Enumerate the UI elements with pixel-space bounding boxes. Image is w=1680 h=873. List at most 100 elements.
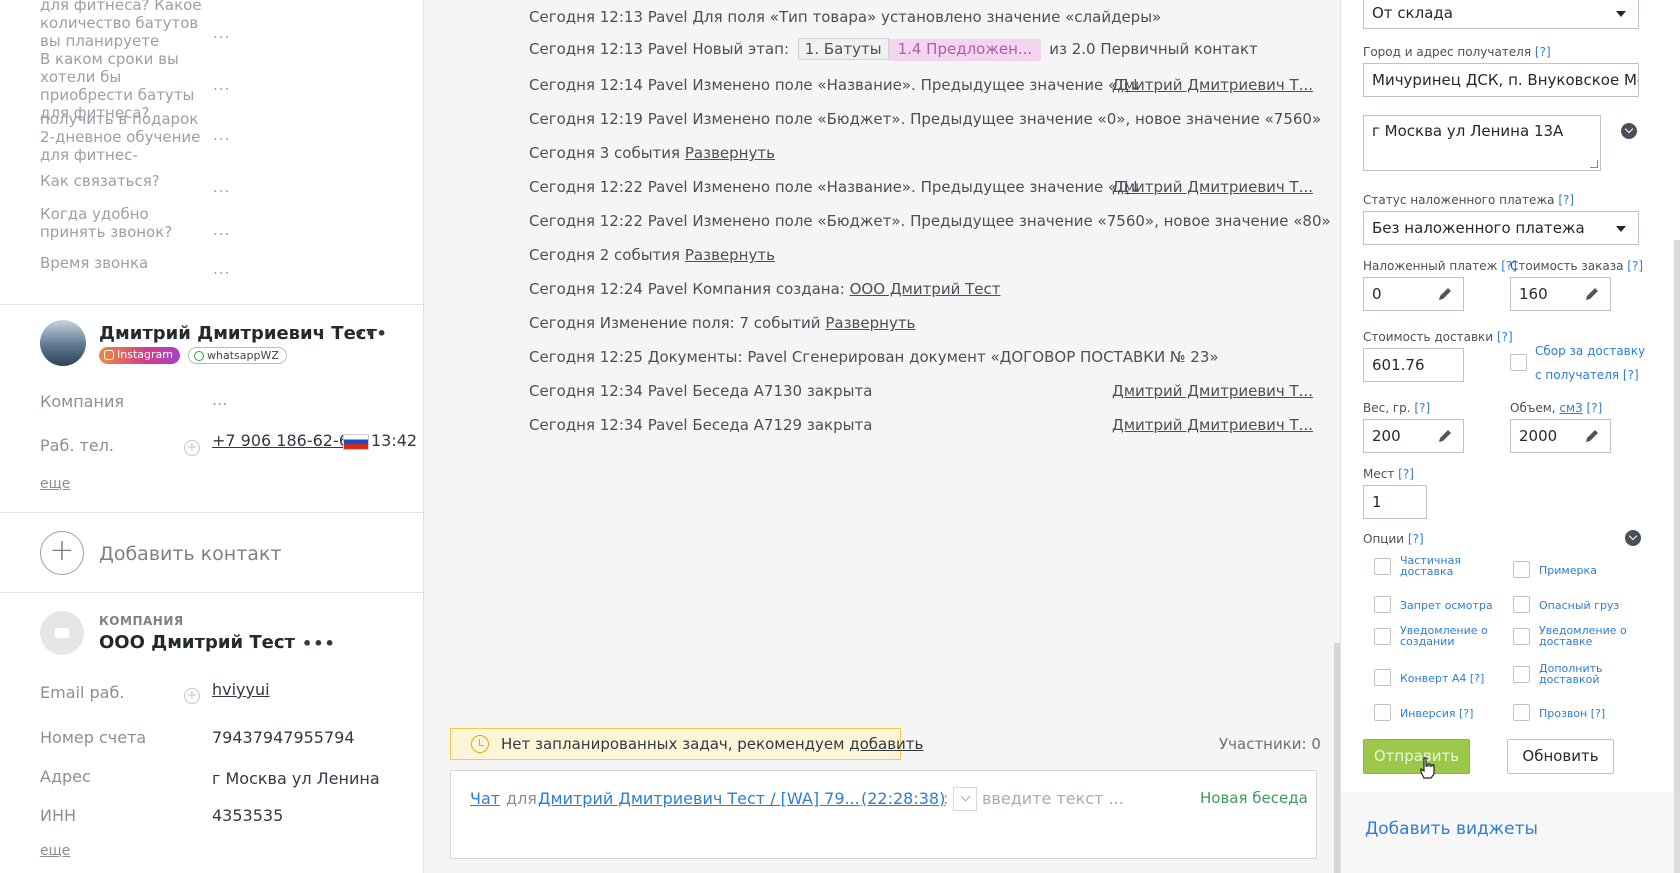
chat-time-link[interactable]: (22:28:38) <box>861 789 945 808</box>
resize-grip-icon[interactable] <box>1590 160 1598 168</box>
feed-event: Сегодня 12:22 Pavel Изменено поле «Назва… <box>529 178 1142 196</box>
expand-link[interactable]: Развернуть <box>825 314 915 332</box>
option-checkbox[interactable] <box>1374 558 1391 575</box>
pencil-icon[interactable] <box>1584 286 1600 302</box>
company-more-link[interactable]: еще <box>40 843 70 859</box>
option-checkbox[interactable] <box>1513 704 1530 721</box>
right-scrollbar[interactable] <box>1674 240 1680 873</box>
chat-composer[interactable]: Чат для Дмитрий Дмитриевич Тест / [WA] 7… <box>450 770 1317 859</box>
volume-input[interactable]: 2000 <box>1510 419 1611 453</box>
feed-author-link[interactable]: Дмитрий Дмитриевич Т... <box>1112 382 1313 400</box>
option-label: Опасный груз <box>1539 599 1620 612</box>
city-label: Город и адрес получателя [?] <box>1363 45 1551 59</box>
option-label: Уведомление о создании <box>1400 624 1488 648</box>
email-value[interactable]: hviyyui <box>212 680 270 699</box>
add-widgets-link[interactable]: Добавить виджеты <box>1365 819 1538 839</box>
expand-link[interactable]: Развернуть <box>685 144 775 162</box>
feed-author-link[interactable]: Дмитрий Дмитриевич Т... <box>1112 416 1313 434</box>
contact-more-icon[interactable]: ••• <box>354 324 388 343</box>
chat-target-link[interactable]: Дмитрий Дмитриевич Тест / [WA] 79... <box>538 789 860 808</box>
participants-count[interactable]: Участники: 0 <box>1219 735 1321 753</box>
contact-more-link[interactable]: еще <box>40 476 70 492</box>
collect-from-recipient-checkbox[interactable] <box>1510 354 1527 371</box>
address-value[interactable]: г Москва ул Ленина <box>212 769 380 788</box>
whatsapp-tag[interactable]: whatsappWZ <box>188 347 287 364</box>
inn-value[interactable]: 4353535 <box>212 806 283 825</box>
new-conversation-button[interactable]: Новая беседа <box>1200 789 1308 807</box>
option-checkbox[interactable] <box>1513 666 1530 683</box>
divider <box>0 592 423 593</box>
question-label: Время звонка <box>40 254 149 272</box>
option-label: Дополнить доставкой <box>1539 662 1603 686</box>
company-more-icon[interactable]: ••• <box>302 634 336 653</box>
from-select[interactable]: От склада <box>1363 0 1639 29</box>
contact-name[interactable]: Дмитрий Дмитриевич Тест <box>99 323 377 344</box>
cod-status-select[interactable]: Без наложенного платежа <box>1363 211 1639 245</box>
option-checkbox[interactable] <box>1374 596 1391 613</box>
no-tasks-text: Нет запланированных задач, рекомендуем <box>501 735 845 753</box>
chat-dropdown-icon[interactable] <box>953 787 977 811</box>
feed-event: Сегодня 12:34 Pavel Беседа А7129 закрыта <box>529 416 873 434</box>
address-textarea[interactable]: г Москва ул Ленина 13А <box>1363 115 1601 171</box>
add-contact-button[interactable]: Добавить контакт <box>99 543 281 565</box>
company-field-label: Компания <box>40 392 124 411</box>
instagram-icon <box>104 350 114 360</box>
company-name[interactable]: ООО Дмитрий Тест <box>99 632 295 653</box>
question-value[interactable]: ... <box>213 76 230 94</box>
option-checkbox[interactable] <box>1513 596 1530 613</box>
company-link[interactable]: ООО Дмитрий Тест <box>850 280 1001 298</box>
delivery-cost-input[interactable]: 601.76 <box>1363 348 1464 382</box>
question-value[interactable]: ... <box>213 24 230 42</box>
order-cost-input[interactable]: 160 <box>1510 277 1611 311</box>
feed-event: Сегодня 12:25 Документы: Pavel Сгенериро… <box>529 348 1219 366</box>
option-checkbox[interactable] <box>1513 561 1530 578</box>
weight-label: Вес, гр. [?] <box>1363 401 1431 415</box>
pencil-icon[interactable] <box>1437 428 1453 444</box>
feed-author-link[interactable]: Дмитрий Дмитриевич Т... <box>1112 76 1313 94</box>
places-input[interactable]: 1 <box>1363 485 1427 519</box>
question-value[interactable]: ... <box>213 126 230 144</box>
options-expand-icon[interactable] <box>1625 530 1641 546</box>
weight-input[interactable]: 200 <box>1363 419 1464 453</box>
add-contact-icon[interactable]: + <box>40 531 84 575</box>
expand-link[interactable]: Развернуть <box>685 246 775 264</box>
phone-value[interactable]: +7 906 186-62-6 <box>212 431 349 450</box>
chat-colon: : <box>943 789 949 808</box>
account-value[interactable]: 79437947955794 <box>212 728 355 747</box>
city-input[interactable]: Мичуринец ДСК, п. Внуковское Мос <box>1363 63 1639 97</box>
add-phone-icon[interactable]: + <box>184 440 200 456</box>
option-checkbox[interactable] <box>1374 669 1391 686</box>
question-value[interactable]: ... <box>213 178 230 196</box>
question-label: для фитнеса? Какое количество батутов вы… <box>40 0 202 50</box>
update-button[interactable]: Обновить <box>1507 739 1614 774</box>
hand-cursor-icon <box>1420 757 1435 779</box>
instagram-tag[interactable]: Instagram <box>99 347 180 364</box>
feed-event: Сегодня 2 события Развернуть <box>529 246 775 264</box>
feed-author-link[interactable]: Дмитрий Дмитриевич Т... <box>1112 178 1313 196</box>
email-field-label: Email раб. <box>40 683 125 702</box>
address-expand-icon[interactable] <box>1621 123 1637 139</box>
cod-input[interactable]: 0 <box>1363 277 1464 311</box>
question-value[interactable]: ... <box>213 260 230 278</box>
phone-time: 13:42 <box>371 431 418 450</box>
option-checkbox[interactable] <box>1513 628 1530 645</box>
delivery-cost-label: Стоимость доставки [?] <box>1363 330 1513 344</box>
add-email-icon[interactable]: + <box>184 688 200 704</box>
whatsapp-icon <box>194 351 204 361</box>
question-value[interactable]: ... <box>213 221 230 239</box>
question-label: получить в подарок 2-дневное обучение дл… <box>40 110 201 164</box>
pencil-icon[interactable] <box>1584 428 1600 444</box>
add-task-link[interactable]: добавить <box>849 735 923 753</box>
option-checkbox[interactable] <box>1374 628 1391 645</box>
stage-pipeline: 1. Батуты <box>797 38 889 60</box>
company-avatar[interactable] <box>40 611 84 655</box>
option-label: Инверсия [?] <box>1400 707 1474 720</box>
feed-event: Сегодня 12:14 Pavel Изменено поле «Назва… <box>529 76 1142 94</box>
chat-type-link[interactable]: Чат <box>470 789 500 808</box>
pencil-icon[interactable] <box>1437 286 1453 302</box>
company-field-value[interactable]: ... <box>212 390 227 409</box>
contact-avatar[interactable] <box>40 320 86 366</box>
send-button[interactable]: Отправить <box>1363 739 1470 774</box>
option-checkbox[interactable] <box>1374 704 1391 721</box>
chat-input[interactable]: введите текст ... <box>982 789 1124 808</box>
